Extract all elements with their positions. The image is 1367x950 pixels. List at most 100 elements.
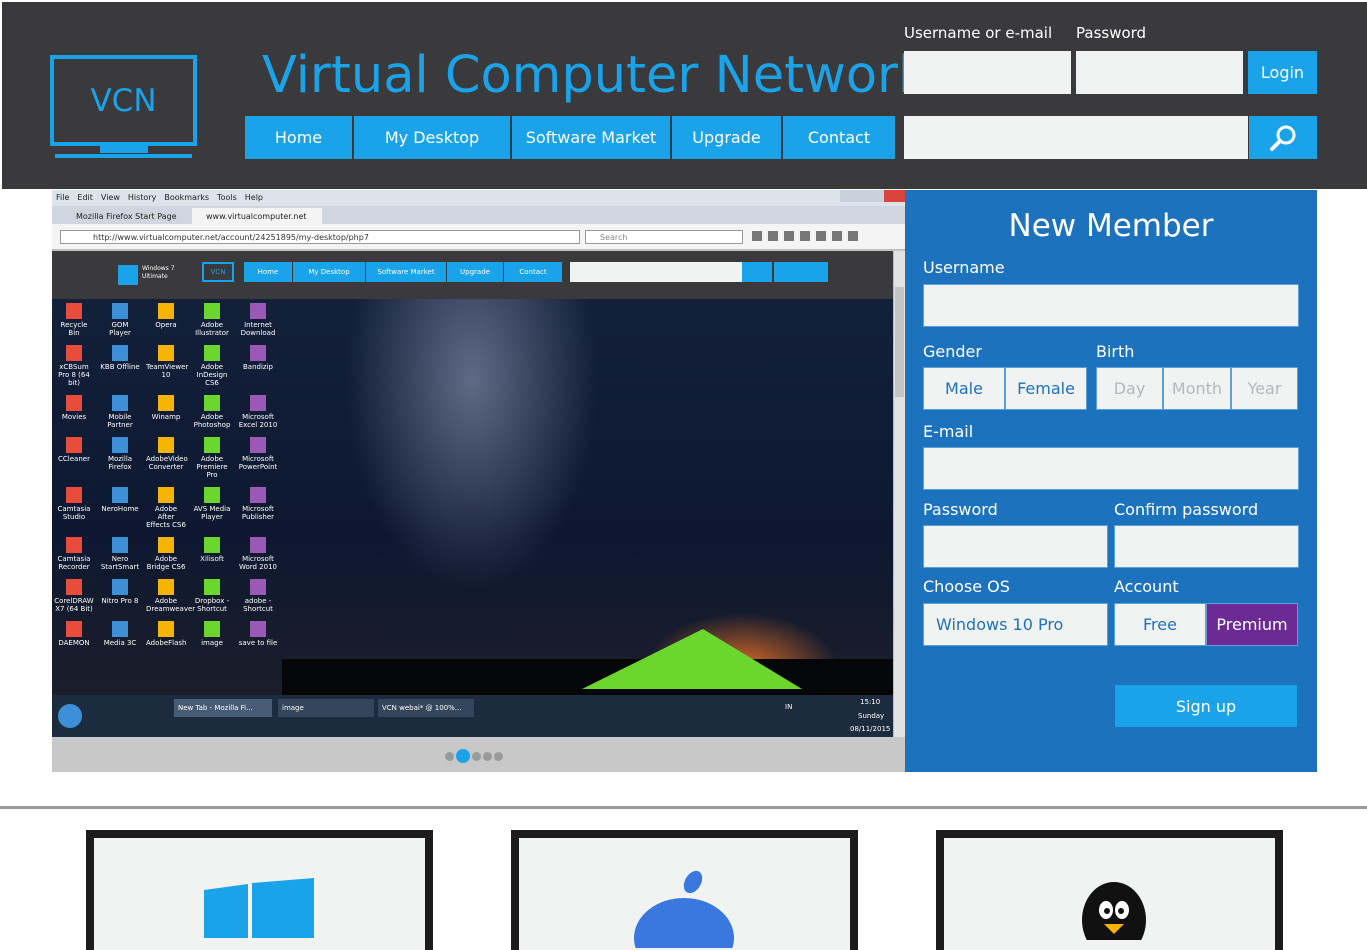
desktop-icon[interactable]: Adobe After Effects CS6 — [146, 487, 186, 529]
desktop-icon[interactable]: AdobeFlash — [146, 621, 187, 647]
os-select[interactable]: Windows 10 Pro — [923, 603, 1108, 646]
nav-home[interactable]: Home — [245, 116, 354, 159]
vcn-logo[interactable]: VCN — [50, 55, 197, 146]
desktop-icon[interactable]: Mobile Partner — [100, 395, 140, 429]
desktop-icon[interactable]: Adobe Premiere Pro — [192, 437, 232, 479]
browser-scrollbar[interactable] — [893, 251, 905, 737]
desktop-icon[interactable]: Recycle Bin — [54, 303, 94, 337]
desktop-icon[interactable]: adobe - Shortcut — [238, 579, 278, 613]
download-icon[interactable] — [800, 231, 810, 241]
desktop-icon[interactable]: Adobe Bridge CS6 — [146, 537, 186, 571]
close-window-icon[interactable] — [884, 190, 905, 202]
gender-male-button[interactable]: Male — [923, 367, 1005, 410]
inner-menu-icon[interactable] — [774, 262, 828, 282]
slide-dot-4[interactable] — [483, 751, 492, 761]
home-icon[interactable] — [816, 231, 826, 241]
chat-icon[interactable] — [832, 231, 842, 241]
maximize-icon[interactable] — [862, 190, 884, 202]
desktop-icon[interactable]: Xilisoft — [192, 537, 232, 571]
inner-nav-upgrade[interactable]: Upgrade — [447, 262, 504, 282]
desktop-icon[interactable]: Nitro Pro 8 — [100, 579, 140, 613]
desktop-icon[interactable]: Internet Download — [238, 303, 278, 337]
inner-nav-contact[interactable]: Contact — [504, 262, 562, 282]
os-card-linux[interactable] — [936, 830, 1283, 950]
password-input[interactable] — [1076, 51, 1243, 94]
desktop-icon[interactable]: Dropbox - Shortcut — [192, 579, 232, 613]
member-password-input[interactable] — [923, 525, 1108, 568]
slide-dot-5[interactable] — [494, 751, 503, 761]
desktop-icon[interactable]: Microsoft Word 2010 — [238, 537, 278, 571]
menu-view[interactable]: View — [101, 193, 120, 202]
menu-edit[interactable]: Edit — [77, 193, 93, 202]
browser-address-input[interactable]: http://www.virtualcomputer.net/account/2… — [60, 230, 580, 244]
gender-female-button[interactable]: Female — [1005, 367, 1087, 410]
desktop-icon[interactable]: image — [192, 621, 232, 647]
account-premium-button[interactable]: Premium — [1206, 603, 1298, 646]
slide-dot-2[interactable] — [456, 749, 470, 763]
inner-search-input[interactable] — [570, 262, 742, 282]
menu-help[interactable]: Help — [245, 193, 263, 202]
desktop-icon[interactable]: xCBSum Pro 8 (64 bit) — [54, 345, 94, 387]
member-confirm-password-input[interactable] — [1114, 525, 1299, 568]
desktop-icon[interactable]: save to file — [238, 621, 278, 647]
desktop-icon[interactable]: CCleaner — [54, 437, 94, 479]
desktop-icon[interactable]: AdobeVideo Converter — [146, 437, 188, 479]
bookmark-star-icon[interactable] — [752, 231, 762, 241]
desktop-icon[interactable]: Nero StartSmart — [100, 537, 140, 571]
desktop-icon[interactable]: Mozilla Firefox — [100, 437, 140, 479]
signup-button[interactable]: Sign up — [1115, 685, 1297, 727]
menu-history[interactable]: History — [128, 193, 156, 202]
taskbar-item-vcn[interactable]: VCN webai* @ 100%... — [378, 699, 474, 717]
menu-bookmarks[interactable]: Bookmarks — [164, 193, 209, 202]
menu-tools[interactable]: Tools — [217, 193, 237, 202]
username-input[interactable] — [904, 51, 1071, 94]
account-free-button[interactable]: Free — [1114, 603, 1206, 646]
desktop-icon[interactable]: Adobe Photoshop — [192, 395, 232, 429]
hamburger-menu-icon[interactable] — [848, 231, 858, 241]
taskbar-language[interactable]: IN — [785, 703, 792, 711]
site-search-input[interactable] — [904, 116, 1248, 159]
desktop-icon[interactable]: AVS Media Player — [192, 487, 232, 529]
desktop-icon[interactable]: NeroHome — [100, 487, 140, 529]
start-button-icon[interactable] — [58, 704, 82, 728]
desktop-icon[interactable]: Winamp — [146, 395, 186, 429]
os-card-mac[interactable] — [511, 830, 858, 950]
desktop-icon[interactable]: Media 3C — [100, 621, 140, 647]
login-button[interactable]: Login — [1248, 51, 1317, 94]
desktop-icon[interactable]: CorelDRAW X7 (64 Bit) — [54, 579, 94, 613]
member-email-input[interactable] — [923, 447, 1299, 490]
search-button[interactable] — [1249, 116, 1317, 159]
member-username-input[interactable] — [923, 284, 1299, 327]
library-icon[interactable] — [768, 231, 778, 241]
desktop-icon[interactable]: KBB Offline — [100, 345, 140, 387]
desktop-icon[interactable]: Opera — [146, 303, 186, 337]
inner-nav-home[interactable]: Home — [244, 262, 293, 282]
slide-dot-3[interactable] — [472, 751, 481, 761]
nav-my-desktop[interactable]: My Desktop — [354, 116, 512, 159]
inner-vcn-logo[interactable]: VCN — [202, 262, 234, 282]
desktop-icon[interactable]: Movies — [54, 395, 94, 429]
birth-month-select[interactable]: Month — [1163, 367, 1231, 410]
desktop-icon[interactable]: Adobe Illustrator — [192, 303, 232, 337]
birth-day-select[interactable]: Day — [1096, 367, 1163, 410]
nav-contact[interactable]: Contact — [783, 116, 895, 159]
desktop-icon[interactable]: DAEMON — [54, 621, 94, 647]
desktop-icon[interactable]: Microsoft Excel 2010 — [238, 395, 278, 429]
browser-search-input[interactable]: Search — [585, 230, 743, 244]
taskbar-item-image[interactable]: image — [278, 699, 374, 717]
desktop-icon[interactable]: TeamViewer 10 — [146, 345, 188, 387]
taskbar-item-firefox[interactable]: New Tab - Mozilla Fi... — [174, 699, 272, 717]
inner-nav-software-market[interactable]: Software Market — [366, 262, 447, 282]
desktop-icon[interactable]: Microsoft Publisher — [238, 487, 278, 529]
desktop-icon[interactable]: Adobe Dreamweaver — [146, 579, 195, 613]
desktop-icon[interactable]: Camtasia Recorder — [54, 537, 94, 571]
desktop-icon[interactable]: Adobe InDesign CS6 — [192, 345, 232, 387]
nav-software-market[interactable]: Software Market — [512, 116, 672, 159]
desktop-icon[interactable]: Microsoft PowerPoint — [238, 437, 278, 479]
pocket-icon[interactable] — [784, 231, 794, 241]
menu-file[interactable]: File — [56, 193, 69, 202]
desktop-icon[interactable]: Camtasia Studio — [54, 487, 94, 529]
os-card-windows[interactable] — [86, 830, 433, 950]
scrollbar-thumb[interactable] — [895, 287, 904, 397]
browser-tab-vcn[interactable]: www.virtualcomputer.net — [192, 208, 322, 224]
